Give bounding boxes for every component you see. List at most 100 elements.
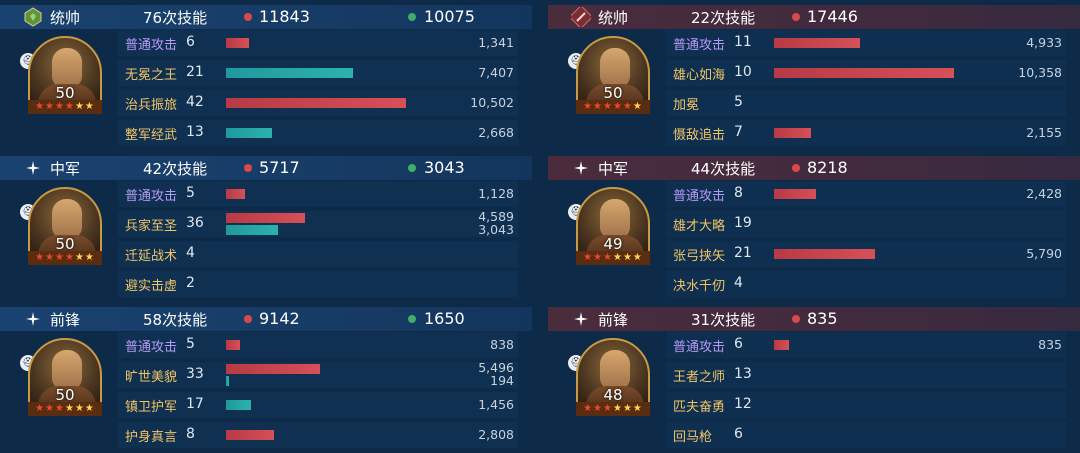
skill-row: 雄心如海 10 10,358 (666, 60, 1066, 86)
skill-row-background (118, 211, 518, 237)
skill-row: 迁延战术 4 (118, 241, 518, 267)
skill-row: 无冕之王 21 7,407 (118, 60, 518, 86)
skill-row: 普通攻击 6 1,341 (118, 30, 518, 56)
skill-use-count: 8 (734, 185, 743, 201)
damage-bar (774, 189, 817, 199)
damage-dot-icon (792, 164, 800, 172)
unit-section-3: 前锋 58次技能 9142 1650 ⛑ 50 ★★★★★★ 普通攻击 5 838 旷世美貌 33 5,… (0, 302, 532, 453)
star-rating: ★★★★★★ (28, 402, 102, 416)
heal-value: 1,456 (478, 397, 514, 412)
heal-value: 7,407 (478, 65, 514, 80)
skill-name: 普通攻击 (673, 189, 726, 204)
skill-row: 普通攻击 6 835 (666, 332, 1066, 358)
hero-face (52, 350, 82, 390)
skill-row: 避实击虚 2 (118, 271, 518, 297)
heal-bar (226, 376, 230, 386)
heal-total: 3043 (424, 158, 465, 177)
damage-value: 5,790 (1026, 246, 1062, 261)
unit-header: 前锋 31次技能 835 (548, 307, 1080, 331)
skill-name: 兵家至圣 (125, 219, 178, 234)
heal-value: 194 (490, 373, 514, 388)
skill-row: 慑敌追击 7 2,155 (666, 120, 1066, 146)
unit-header: 前锋 58次技能 9142 1650 (0, 307, 532, 331)
skill-count-label: 22次技能 (691, 9, 756, 27)
sparkle-icon (22, 157, 44, 179)
skill-name: 避实击虚 (125, 279, 178, 294)
unit-section-3: 前锋 31次技能 835 ⛑ 48 ★★★★★★ 普通攻击 6 835 王者之师 13 匹夫奋勇 12 回… (548, 302, 1080, 453)
skill-row-background (666, 392, 1066, 418)
skill-use-count: 42 (186, 94, 204, 110)
skill-use-count: 6 (734, 426, 743, 442)
damage-total: 17446 (807, 7, 858, 26)
damage-value: 838 (490, 337, 514, 352)
damage-bar (774, 249, 875, 259)
role-label: 前锋 (50, 311, 81, 329)
skill-row-background (118, 392, 518, 418)
heal-value: 3,043 (478, 222, 514, 237)
skill-use-count: 6 (734, 336, 743, 352)
skill-name: 旷世美貌 (125, 370, 178, 385)
damage-bar (226, 430, 275, 440)
skill-use-count: 4 (186, 245, 195, 261)
skill-row: 匹夫奋勇 12 (666, 392, 1066, 418)
damage-value: 10,502 (470, 95, 514, 110)
unit-header: 中军 44次技能 8218 (548, 156, 1080, 180)
damage-total: 9142 (259, 309, 300, 328)
skill-row-background (118, 422, 518, 448)
skill-name: 治兵振旅 (125, 98, 178, 113)
skill-row: 普通攻击 5 838 (118, 332, 518, 358)
skill-use-count: 4 (734, 275, 743, 291)
skill-use-count: 5 (186, 185, 195, 201)
role-label: 中军 (598, 160, 629, 178)
skill-count-label: 44次技能 (691, 160, 756, 178)
skill-use-count: 13 (186, 124, 204, 140)
skill-row-background (118, 30, 518, 56)
damage-total: 11843 (259, 7, 310, 26)
skill-use-count: 17 (186, 396, 204, 412)
skill-use-count: 13 (734, 366, 752, 382)
heal-bar (226, 128, 272, 138)
damage-bar (226, 340, 241, 350)
star-rating: ★★★★★★ (28, 100, 102, 114)
sparkle-icon (570, 308, 592, 330)
skill-row-background (118, 181, 518, 207)
skill-row: 护身真言 8 2,808 (118, 422, 518, 448)
skill-name: 普通攻击 (125, 340, 178, 355)
skill-row-background (666, 120, 1066, 146)
damage-value: 1,128 (478, 186, 514, 201)
skill-row-background (666, 332, 1066, 358)
skill-row: 普通攻击 8 2,428 (666, 181, 1066, 207)
star-rating: ★★★★★★ (576, 251, 650, 265)
skill-count-label: 42次技能 (143, 160, 208, 178)
damage-total: 8218 (807, 158, 848, 177)
role-label: 中军 (50, 160, 81, 178)
heal-bar (226, 68, 353, 78)
damage-bar (226, 213, 305, 223)
skill-use-count: 33 (186, 366, 204, 382)
skill-row-background (666, 271, 1066, 297)
skill-row: 镇卫护军 17 1,456 (118, 392, 518, 418)
damage-value: 4,933 (1026, 35, 1062, 50)
damage-dot-icon (244, 13, 252, 21)
damage-value: 2,155 (1026, 125, 1062, 140)
unit-header: 统帅 22次技能 17446 (548, 5, 1080, 29)
shield-gem-icon (22, 6, 44, 28)
damage-bar (774, 68, 954, 78)
skill-row: 张弓挟矢 21 5,790 (666, 241, 1066, 267)
heal-value: 2,668 (478, 125, 514, 140)
skill-use-count: 11 (734, 34, 752, 50)
unit-section-1: 统帅 76次技能 11843 10075 ⛑ 50 ★★★★★★ 普通攻击 6 1,341 无冕之王… (0, 0, 532, 151)
role-label: 前锋 (598, 311, 629, 329)
damage-dot-icon (244, 164, 252, 172)
skill-row-background (118, 120, 518, 146)
damage-value: 2,428 (1026, 186, 1062, 201)
unit-section-2: 中军 42次技能 5717 3043 ⛑ 50 ★★★★★★ 普通攻击 5 1,128 兵家至圣 36… (0, 151, 532, 302)
skill-row-background (118, 241, 518, 267)
skill-row: 回马枪 6 (666, 422, 1066, 448)
enemy-panel: 统帅 22次技能 17446 ⛑ 50 ★★★★★★ 普通攻击 11 4,933 雄心如海 10 10… (548, 0, 1080, 453)
skill-name: 张弓挟矢 (673, 249, 726, 264)
heal-dot-icon (408, 13, 416, 21)
skill-row: 治兵振旅 42 10,502 (118, 90, 518, 116)
heal-bar (226, 225, 279, 235)
skill-row: 决水千仞 4 (666, 271, 1066, 297)
